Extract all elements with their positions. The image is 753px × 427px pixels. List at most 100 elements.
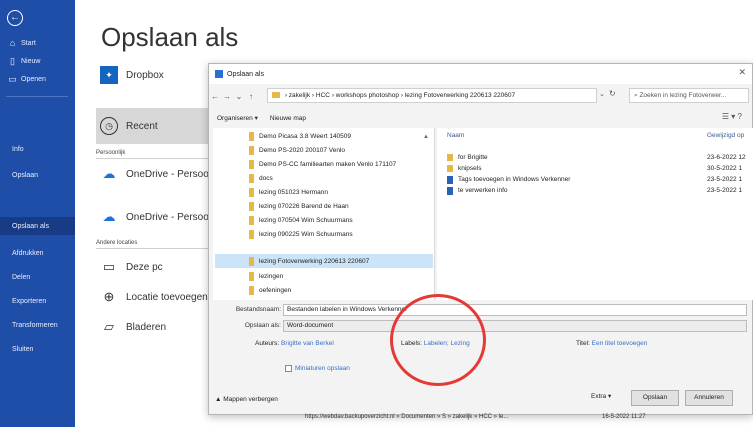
location-label: Recent (126, 120, 158, 132)
rail-link-info[interactable]: Info (12, 146, 24, 153)
nav-folder[interactable]: Demo Picasa 3.8 Weert 140509 (249, 130, 351, 143)
nav-folder[interactable]: lezing 070226 Barend de Haan (249, 200, 349, 213)
rail-link-save[interactable]: Opslaan (12, 172, 38, 179)
view-options-icon[interactable]: ☰ ▾ ? (722, 112, 742, 121)
organize-button[interactable]: Organiseren ▾ (217, 114, 258, 122)
thumbnail-label: Miniaturen opslaan (295, 365, 350, 372)
nav-folder[interactable]: oefeningen (249, 284, 291, 297)
title-value[interactable]: Een titel toevoegen (592, 340, 648, 347)
nav-folder[interactable]: lezing 051023 Hermann (249, 186, 328, 199)
title-label: Titel: (576, 340, 590, 347)
rail-link-transform[interactable]: Transformeren (12, 322, 58, 329)
location-browse[interactable]: ▱ Bladeren (100, 318, 166, 336)
nav-folder[interactable]: docs (249, 172, 273, 185)
address-bar[interactable]: › zakelijk › HCC › workshops photoshop ›… (267, 88, 597, 103)
folder-icon (447, 154, 453, 161)
location-label: Locatie toevoegen (126, 291, 208, 303)
rail-link-print[interactable]: Afdrukken (12, 250, 44, 257)
file-row[interactable]: Tags toevoegen in Windows Verkenner (447, 174, 570, 185)
title-field[interactable]: Titel: Een titel toevoegen (576, 340, 647, 347)
rail-item-label: Nieuw (21, 58, 41, 65)
column-header-name[interactable]: Naam (447, 132, 464, 139)
savetype-value: Word-document (287, 322, 334, 329)
breadcrumb-segment[interactable]: HCC (316, 92, 330, 99)
computer-icon: ▭ (102, 259, 116, 274)
nav-folder[interactable]: lezing 090225 Wim Schuurmans (249, 228, 353, 241)
folder-icon (447, 165, 453, 172)
refresh-icon[interactable]: ↻ (609, 89, 616, 98)
backstage-rail: ← ⌂ Start ▯ Nieuw ▭ Openen Info Opslaan … (0, 0, 75, 427)
nav-folder[interactable]: lezing 070504 Wim Schuurmans (249, 214, 353, 227)
savetype-select[interactable]: Word-document (283, 320, 747, 332)
nav-folder[interactable]: lezingen (249, 270, 283, 283)
rail-link-export[interactable]: Exporteren (12, 298, 46, 305)
address-dropdown-icon[interactable]: ⌄ (599, 90, 605, 98)
rail-item-label: Openen (21, 76, 46, 83)
forward-icon[interactable]: → (221, 92, 233, 101)
rail-link-close[interactable]: Sluiten (12, 346, 33, 353)
clock-icon: ◷ (100, 117, 118, 135)
help-icon[interactable]: ? (738, 112, 742, 121)
up-arrow-icon[interactable]: ↑ (245, 92, 257, 101)
navpane-scrollbar[interactable]: ▲ (423, 134, 429, 294)
nav-folder[interactable]: Demo PS-2020 200107 Venlo (249, 144, 345, 157)
filename-input[interactable]: Bestanden labelen in Windows Verkenner (283, 304, 747, 316)
authors-value[interactable]: Brigitte van Berkel (281, 340, 334, 347)
search-input[interactable]: ⌕ Zoeken in lezing Fotoverwer... (629, 88, 749, 103)
new-folder-button[interactable]: Nieuwe map (270, 115, 306, 122)
savetype-label: Opslaan als: (244, 322, 281, 329)
hide-folders-toggle[interactable]: ▲ Mappen verbergen (215, 396, 278, 403)
file-date: 23-5-2022 1 (707, 187, 743, 194)
breadcrumb-segment[interactable]: zakelijk (289, 92, 310, 99)
open-folder-icon: ▭ (8, 74, 17, 84)
checkbox-box[interactable] (285, 365, 292, 372)
location-this-pc[interactable]: ▭ Deze pc (100, 258, 163, 276)
background-file-path: https://webdav.backupoverzicht.nl » Docu… (305, 414, 509, 420)
word-document-icon (447, 175, 453, 184)
cloud-icon: ☁ (102, 209, 116, 224)
tools-dropdown[interactable]: Extra ▾ (591, 392, 611, 400)
breadcrumb-segment[interactable]: lezing Fotoverwerking 220613 220607 (405, 92, 515, 99)
filename-label: Bestandsnaam: (235, 306, 281, 313)
location-recent[interactable]: ◷ Recent (100, 117, 158, 135)
authors-field[interactable]: Auteurs: Brigitte van Berkel (255, 340, 334, 347)
folder-icon (249, 257, 254, 266)
file-row[interactable]: te verwerken info (447, 185, 508, 196)
scroll-up-icon[interactable]: ▲ (423, 134, 429, 140)
thumbnail-checkbox[interactable]: Miniaturen opslaan (285, 365, 350, 372)
word-app-icon (215, 70, 223, 78)
save-as-dialog: Opslaan als ✕ ← → ⌄ ↑ › zakelijk › HCC ›… (208, 63, 753, 415)
close-icon[interactable]: ✕ (738, 67, 746, 78)
section-header-other: Andere locaties (96, 240, 138, 246)
location-add[interactable]: ⊕ Locatie toevoegen (100, 288, 208, 306)
location-label: Bladeren (126, 321, 167, 333)
authors-label: Auteurs: (255, 340, 280, 347)
section-divider (96, 158, 214, 159)
folder-icon (249, 272, 254, 281)
rail-item-open[interactable]: ▭ Openen (8, 74, 46, 85)
file-date: 23-5-2022 1 (707, 176, 743, 183)
nav-folder-selected[interactable]: lezing Fotoverwerking 220613 220607 (249, 255, 369, 268)
back-icon[interactable]: ← (209, 92, 221, 101)
location-dropbox[interactable]: ✦ Dropbox (100, 66, 164, 84)
nav-folder[interactable]: Demo PS-CC familiearten maken Venlo 1711… (249, 158, 396, 171)
rail-item-new[interactable]: ▯ Nieuw (8, 56, 40, 67)
navigation-pane[interactable]: Demo Picasa 3.8 Weert 140509 Demo PS-202… (213, 128, 435, 300)
cancel-button[interactable]: Annuleren (685, 390, 733, 406)
file-row[interactable]: for Brigitte (447, 152, 488, 163)
save-button[interactable]: Opslaan (631, 390, 679, 406)
breadcrumb-segment[interactable]: workshops photoshop (336, 92, 399, 99)
back-arrow-icon[interactable]: ← (7, 10, 23, 26)
folder-icon (249, 188, 254, 197)
dropbox-icon: ✦ (100, 66, 118, 84)
dialog-titlebar: Opslaan als (209, 64, 752, 84)
column-header-modified[interactable]: Gewijzigd op (707, 132, 744, 139)
file-list[interactable]: Naam Gewijzigd op for Brigitte 23-6-2022… (437, 128, 753, 300)
dialog-title: Opslaan als (227, 70, 264, 78)
rail-link-save-as[interactable]: Opslaan als (12, 223, 49, 230)
rail-item-start[interactable]: ⌂ Start (8, 38, 36, 48)
rail-link-share[interactable]: Delen (12, 274, 30, 281)
chevron-down-icon[interactable]: ⌄ (233, 92, 245, 101)
file-row[interactable]: knipsels (447, 163, 481, 174)
annotation-circle (390, 294, 486, 386)
